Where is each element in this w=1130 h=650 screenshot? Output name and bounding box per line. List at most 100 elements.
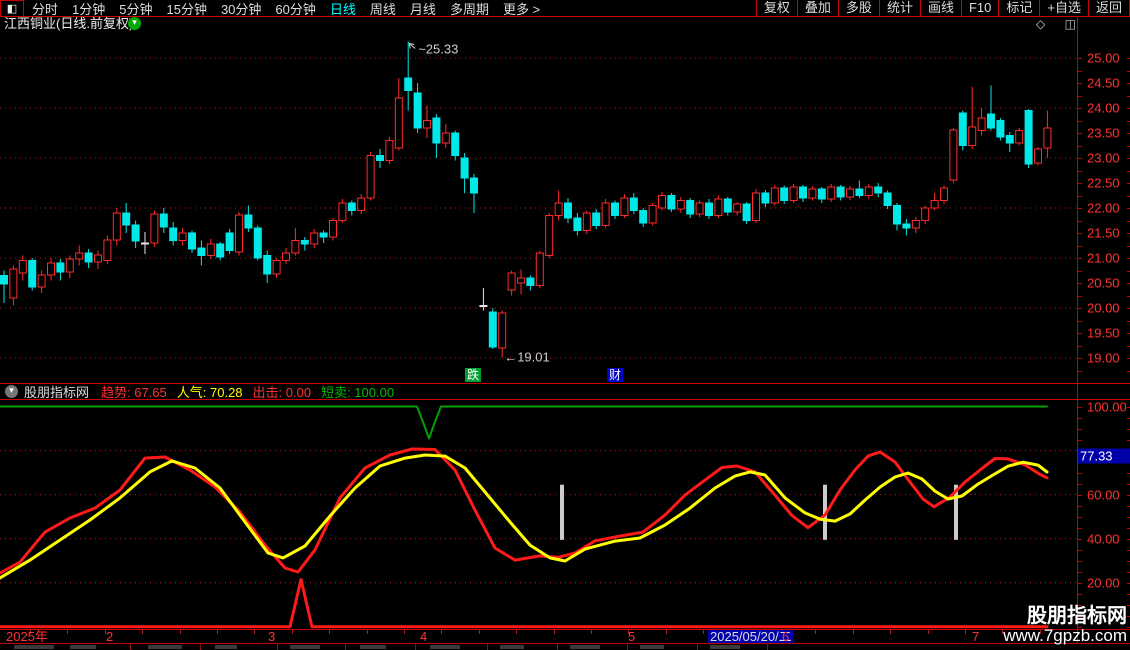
indicator-axis-label: 100.00 (1087, 399, 1127, 414)
candles-layer (0, 41, 1052, 358)
strip-tick (487, 644, 488, 650)
axis-tick (1078, 120, 1082, 122)
period-tab-月线[interactable]: 月线 (410, 0, 436, 18)
date-tick (142, 630, 144, 634)
toolbar-actions: 复权 叠加 多股 统计 画线 F10 标记 +自选 返回 (755, 0, 1130, 16)
strip-tick (200, 644, 201, 650)
clipped-text-fragment (70, 645, 96, 649)
axis-tick (1078, 406, 1082, 408)
period-tabs: 分时 1分钟 5分钟 15分钟 30分钟 60分钟 日线 周线 月线 多周期 更多 > (32, 0, 540, 18)
action-button-标记[interactable]: 标记 (998, 0, 1039, 16)
date-label: 5 (628, 629, 636, 644)
axis-tick (1078, 158, 1082, 159)
axis-tick (1078, 582, 1082, 584)
period-tab-15分钟[interactable]: 15分钟 (166, 0, 206, 18)
price-label: 21.00 (1087, 250, 1120, 266)
date-label: 7 (972, 629, 980, 644)
date-label: 2025年 (6, 629, 48, 644)
axis-tick (1078, 320, 1082, 322)
axis-tick (1078, 70, 1082, 72)
price-label: 20.50 (1087, 275, 1120, 291)
series-短卖 (0, 405, 1048, 440)
action-button-叠加[interactable]: 叠加 (796, 0, 838, 16)
split-window-icon[interactable]: ◧ (0, 0, 24, 17)
indicator-axis-label: 20.00 (1087, 575, 1120, 591)
period-tab-分时[interactable]: 分时 (32, 0, 58, 18)
date-label: 6 (782, 629, 790, 644)
axis-tick (1078, 417, 1082, 419)
axis-tick (1078, 270, 1082, 272)
axis-tick (1078, 208, 1082, 209)
axis-tick (1078, 170, 1082, 172)
axis-tick (1078, 295, 1082, 297)
high-annotation: ~25.33 (418, 42, 458, 57)
chevron-down-icon[interactable]: ▾ (5, 385, 18, 398)
indicator-field: 短卖: 100.00 (321, 385, 395, 400)
signal-badge-跌: 跌 (465, 368, 481, 382)
action-button-统计[interactable]: 统计 (878, 0, 920, 16)
axis-tick (1078, 245, 1082, 247)
date-tick (254, 630, 256, 634)
date-tick (665, 630, 667, 634)
strip-tick (557, 644, 558, 650)
clipped-text-fragment (710, 645, 740, 649)
tdx-app-window: { "colors":{ "bg":"#000000","border_red"… (0, 0, 1130, 650)
indicator-value-box: 77.33 (1078, 448, 1130, 464)
selected-date-label: 2025/05/20/二 (708, 629, 794, 644)
strip-tick (767, 644, 768, 650)
strip-tick (345, 644, 346, 650)
period-tab-5分钟[interactable]: 5分钟 (119, 0, 152, 18)
strip-tick (277, 644, 278, 650)
price-label: 25.00 (1087, 50, 1120, 66)
clipped-text-fragment (290, 645, 320, 649)
action-button-返回[interactable]: 返回 (1087, 0, 1130, 16)
clipped-text-fragment (360, 645, 386, 649)
date-tick (965, 630, 966, 634)
period-tab-30分钟[interactable]: 30分钟 (221, 0, 261, 18)
clipped-text-fragment (148, 645, 182, 649)
date-tick (404, 630, 405, 634)
action-button-复权[interactable]: 复权 (755, 0, 797, 16)
action-button-画线[interactable]: 画线 (919, 0, 961, 16)
indicator-axis-label: 40.00 (1087, 531, 1120, 547)
axis-tick (1078, 95, 1082, 97)
date-axis: 2025年 2 3 4 5 2025/05/20/二 6 7 (0, 630, 1077, 643)
date-tick (291, 630, 293, 634)
axis-tick (1078, 549, 1082, 551)
site-watermark: 股朋指标网 www.7gpzb.com (1003, 606, 1127, 645)
period-tab-更多 >[interactable]: 更多 > (503, 0, 540, 18)
clipped-text-fragment (570, 645, 600, 649)
period-tab-多周期[interactable]: 多周期 (450, 0, 489, 18)
axis-tick (1078, 560, 1082, 562)
date-tick (478, 630, 480, 634)
axis-tick (1078, 183, 1082, 184)
date-tick (366, 630, 368, 634)
strip-tick (627, 644, 628, 650)
axis-tick (1078, 58, 1082, 59)
period-tab-1分钟[interactable]: 1分钟 (72, 0, 105, 18)
date-tick (852, 630, 854, 634)
period-tab-60分钟[interactable]: 60分钟 (275, 0, 315, 18)
axis-tick (1078, 571, 1082, 573)
axis-tick (1078, 505, 1082, 507)
date-tick (329, 630, 331, 634)
date-label: 2 (106, 629, 114, 644)
candlestick-chart[interactable]: ~25.33 ←19.01 (0, 31, 1077, 383)
action-button-多股[interactable]: 多股 (837, 0, 879, 16)
date-tick (591, 630, 592, 634)
period-tab-日线[interactable]: 日线 (330, 0, 356, 18)
chevron-down-icon[interactable]: ▾ (128, 17, 141, 30)
axis-tick (1078, 593, 1082, 595)
price-label: 24.50 (1087, 75, 1120, 91)
axis-tick (1078, 308, 1082, 309)
axis-tick (1078, 145, 1082, 147)
indicator-chart[interactable] (0, 400, 1077, 629)
indicator-axis-label: 60.00 (1087, 487, 1120, 503)
action-button-F10[interactable]: F10 (960, 0, 998, 16)
date-tick (815, 630, 817, 634)
stock-title: 江西铜业(日线.前复权) (4, 16, 134, 31)
indicator-field: 人气: 70.28 (176, 385, 243, 400)
price-label: 24.00 (1087, 100, 1120, 116)
period-tab-周线[interactable]: 周线 (370, 0, 396, 18)
action-button-+自选[interactable]: +自选 (1039, 0, 1088, 16)
